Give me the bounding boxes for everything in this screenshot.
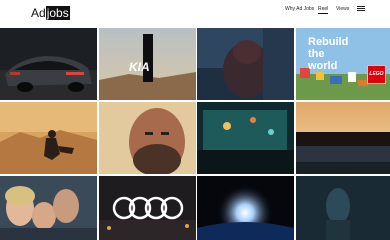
rebuild-line-1: Rebuild — [308, 36, 349, 48]
bearded-man-image — [99, 102, 196, 174]
nav-reel[interactable]: Reel — [318, 6, 329, 14]
reel-tile-car-night[interactable] — [0, 28, 97, 100]
reel-tile-lego-rebuild[interactable]: Rebuild the world LEGO — [296, 28, 390, 100]
lego-logo-text: LEGO — [369, 71, 384, 77]
desert-rider-image — [0, 102, 97, 174]
reel-tile-family[interactable] — [0, 176, 97, 240]
logo-part-jobs: jobs — [45, 6, 70, 20]
family-image — [0, 176, 97, 240]
logo-part-ad: Ad — [31, 6, 46, 20]
reel-tile-audi[interactable] — [99, 176, 196, 240]
adjobs-logo[interactable]: Adjobs — [31, 6, 70, 20]
reel-tile-sunset-skyline[interactable] — [296, 102, 390, 174]
reel-tile-figure-dark[interactable] — [296, 176, 390, 240]
reel-tile-desert-rider[interactable] — [0, 102, 97, 174]
reel-tile-earth-space[interactable] — [197, 176, 294, 240]
rebuild-line-3: world — [308, 60, 338, 72]
reel-tile-blue-monster[interactable] — [197, 28, 294, 100]
site-header: Adjobs Why Ad Jobs Reel Views — [0, 0, 390, 28]
sunset-skyline-image — [296, 102, 390, 174]
hamburger-menu-icon[interactable] — [357, 6, 365, 12]
nav-why-ad-jobs[interactable]: Why Ad Jobs — [285, 6, 314, 12]
figure-dark-image — [296, 176, 390, 240]
reel-grid: KIA Rebuild the world LEGO — [0, 28, 390, 240]
reel-tile-kia-monolith[interactable]: KIA — [99, 28, 196, 100]
kia-logo: KIA — [129, 60, 150, 74]
reel-tile-night-car-interior[interactable] — [197, 102, 294, 174]
earth-space-image — [197, 176, 294, 240]
car-night-image — [0, 28, 97, 100]
lego-logo: LEGO — [367, 65, 386, 84]
nav-views[interactable]: Views — [336, 6, 349, 12]
rebuild-line-2: the — [308, 48, 325, 60]
rebuild-the-world-title: Rebuild the world — [308, 36, 348, 72]
night-car-interior-image — [197, 102, 294, 174]
audi-rings-logo — [112, 196, 184, 220]
reel-tile-bearded-man[interactable] — [99, 102, 196, 174]
blue-monster-image — [197, 28, 294, 100]
